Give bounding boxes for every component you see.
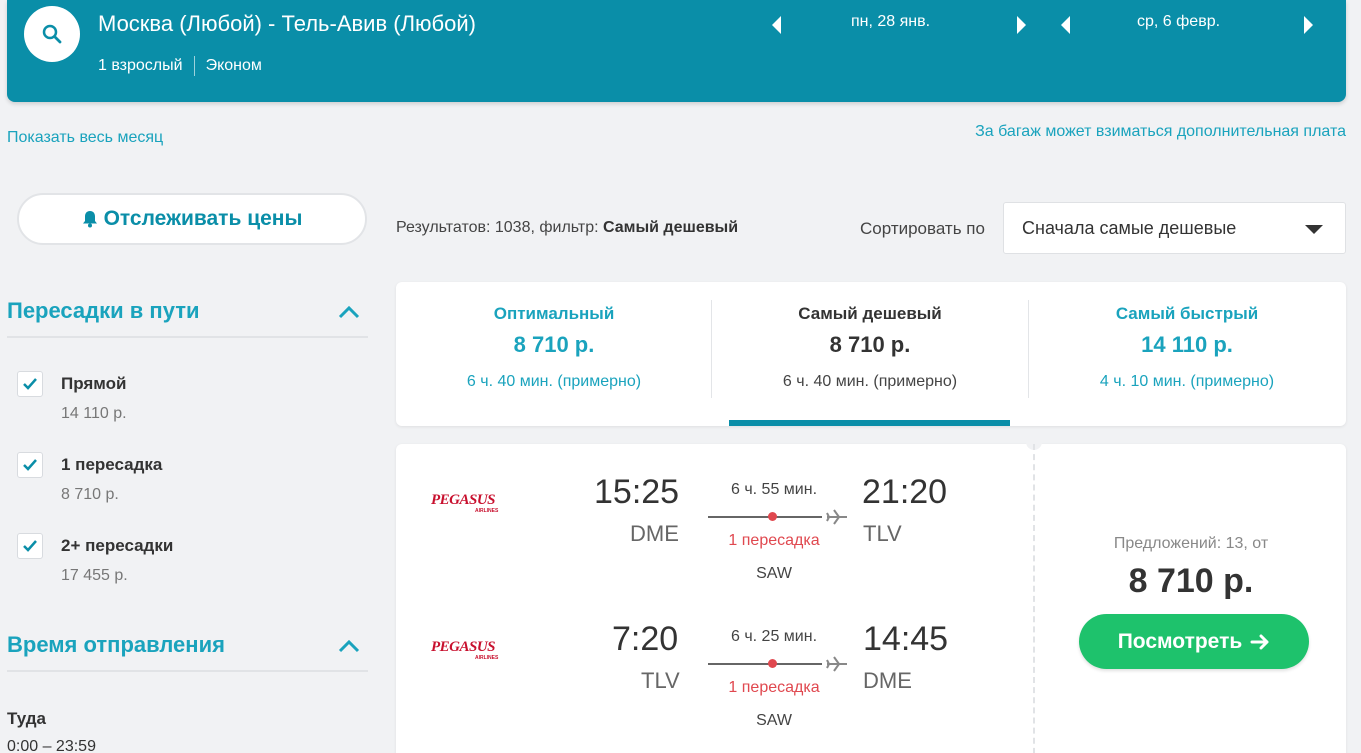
passenger-cabin-info[interactable]: 1 взрослый Эконом <box>98 56 262 76</box>
stop-count[interactable]: 1 пересадка <box>706 532 842 550</box>
pegasus-airline-logo: PEGASUS AIRLINES <box>431 639 499 661</box>
tab-duration: 6 ч. 40 мин. (примерно) <box>782 373 958 390</box>
arrow-right-icon <box>1250 634 1269 649</box>
stops-filter-title[interactable]: Пересадки в пути <box>7 298 200 324</box>
airplane-icon <box>826 509 847 525</box>
route-line <box>708 663 822 665</box>
pegasus-airline-logo: PEGASUS AIRLINES <box>431 492 499 514</box>
card-divider <box>1033 444 1035 753</box>
arrival-airport: TLV <box>863 521 902 546</box>
sort-tabs: Оптимальный 8 710 р. 6 ч. 40 мин. (приме… <box>396 282 1346 426</box>
separator <box>193 56 195 76</box>
track-prices-label: Отслеживать цены <box>103 207 303 230</box>
stop-option-label: 2+ пересадки <box>61 536 174 555</box>
stop-option-label: Прямой <box>61 374 127 393</box>
sort-selected-value: Сначала самые дешевые <box>1022 217 1237 238</box>
airline-subname: AIRLINES <box>475 508 499 514</box>
tab-price: 8 710 р. <box>829 332 911 357</box>
arrival-airport: DME <box>863 668 912 693</box>
stop-airport: SAW <box>756 565 792 582</box>
chevron-up-icon[interactable] <box>338 305 360 319</box>
return-date-next[interactable] <box>1304 12 1313 38</box>
departure-airport: TLV <box>641 668 680 693</box>
passenger-count: 1 взрослый <box>98 57 183 74</box>
stop-option-price: 14 110 р. <box>61 405 127 422</box>
results-filter: Самый дешевый <box>603 219 739 236</box>
active-tab-indicator <box>729 420 1010 426</box>
chevron-left-icon <box>772 16 781 34</box>
baggage-fee-link[interactable]: За багаж может взиматься дополнительная … <box>975 123 1346 141</box>
results-summary: Результатов: 1038, фильтр: Самый дешевый <box>396 219 738 237</box>
sort-dropdown[interactable]: Сначала самые дешевые <box>1003 202 1346 254</box>
return-date[interactable]: ср, 6 февр. <box>1137 13 1220 31</box>
track-prices-button[interactable]: Отслеживать цены <box>17 193 367 245</box>
arrival-time: 21:20 <box>862 473 948 511</box>
tab-title: Самый быстрый <box>1115 304 1259 323</box>
view-offer-label: Посмотреть <box>1117 629 1243 653</box>
tab-duration: 6 ч. 40 мин. (примерно) <box>466 373 642 390</box>
tab-duration: 4 ч. 10 мин. (примерно) <box>1099 373 1275 390</box>
stop-option-price: 8 710 р. <box>61 486 119 503</box>
offers-count: Предложений: 13, от <box>1113 535 1269 552</box>
flight-result-card[interactable]: PEGASUS AIRLINES 15:25 DME 6 ч. 55 мин. … <box>396 438 1346 753</box>
direction-label: Туда <box>7 709 47 728</box>
departure-filter-title[interactable]: Время отправления <box>7 632 225 658</box>
sort-label: Сортировать по <box>860 219 985 238</box>
chevron-up-icon[interactable] <box>338 639 360 653</box>
departure-airport: DME <box>630 521 679 546</box>
checkbox[interactable] <box>17 452 43 478</box>
show-month-link[interactable]: Показать весь месяц <box>7 129 163 147</box>
tab-optimal[interactable]: Оптимальный 8 710 р. 6 ч. 40 мин. (приме… <box>396 282 712 426</box>
divider <box>7 336 368 338</box>
cabin-class: Эконом <box>205 57 262 74</box>
tab-fastest[interactable]: Самый быстрый 14 110 р. 4 ч. 10 мин. (пр… <box>1029 282 1345 426</box>
return-date-prev[interactable] <box>1061 12 1070 38</box>
checkmark-icon <box>23 540 37 552</box>
tab-price: 14 110 р. <box>1141 332 1233 357</box>
tab-title: Оптимальный <box>493 304 615 323</box>
search-header: Москва (Любой) - Тель-Авив (Любой) 1 взр… <box>7 0 1346 102</box>
caret-down-icon <box>1305 225 1323 234</box>
time-range-value: 0:00 – 23:59 <box>7 738 96 753</box>
chevron-right-icon <box>1304 16 1313 34</box>
airline-name: PEGASUS <box>431 639 495 655</box>
airline-subname: AIRLINES <box>475 655 499 661</box>
airline-name: PEGASUS <box>431 492 495 508</box>
view-offer-button[interactable]: Посмотреть <box>1079 614 1309 669</box>
arrival-time: 14:45 <box>863 620 949 658</box>
departure-time: 7:20 <box>612 620 679 658</box>
stop-dot <box>768 512 777 521</box>
flight-duration: 6 ч. 25 мин. <box>730 628 818 645</box>
tab-price: 8 710 р. <box>513 332 595 357</box>
search-button[interactable] <box>24 6 80 62</box>
depart-date[interactable]: пн, 28 янв. <box>851 13 930 31</box>
chevron-left-icon <box>1061 16 1070 34</box>
departure-time: 15:25 <box>594 473 680 511</box>
flight-duration: 6 ч. 55 мин. <box>730 481 818 498</box>
stop-option-price: 17 455 р. <box>61 567 128 584</box>
results-count: Результатов: 1038, фильтр: <box>396 219 603 236</box>
checkbox[interactable] <box>17 371 43 397</box>
stop-count[interactable]: 1 пересадка <box>706 679 842 697</box>
checkbox[interactable] <box>17 533 43 559</box>
route-line <box>708 516 822 518</box>
checkmark-icon <box>23 459 37 471</box>
stop-option-label: 1 пересадка <box>61 455 163 474</box>
stop-airport: SAW <box>756 712 792 729</box>
search-icon <box>42 24 62 44</box>
depart-date-next[interactable] <box>1017 12 1026 38</box>
offer-price: 8 710 р. <box>1128 562 1254 600</box>
tab-cheapest[interactable]: Самый дешевый 8 710 р. 6 ч. 40 мин. (при… <box>712 282 1028 426</box>
stop-dot <box>768 659 777 668</box>
tab-title: Самый дешевый <box>798 304 942 323</box>
route-title[interactable]: Москва (Любой) - Тель-Авив (Любой) <box>98 11 476 37</box>
divider <box>7 670 368 672</box>
bell-icon <box>82 211 97 228</box>
checkmark-icon <box>23 378 37 390</box>
chevron-right-icon <box>1017 16 1026 34</box>
depart-date-prev[interactable] <box>772 12 781 38</box>
airplane-icon <box>826 656 847 672</box>
